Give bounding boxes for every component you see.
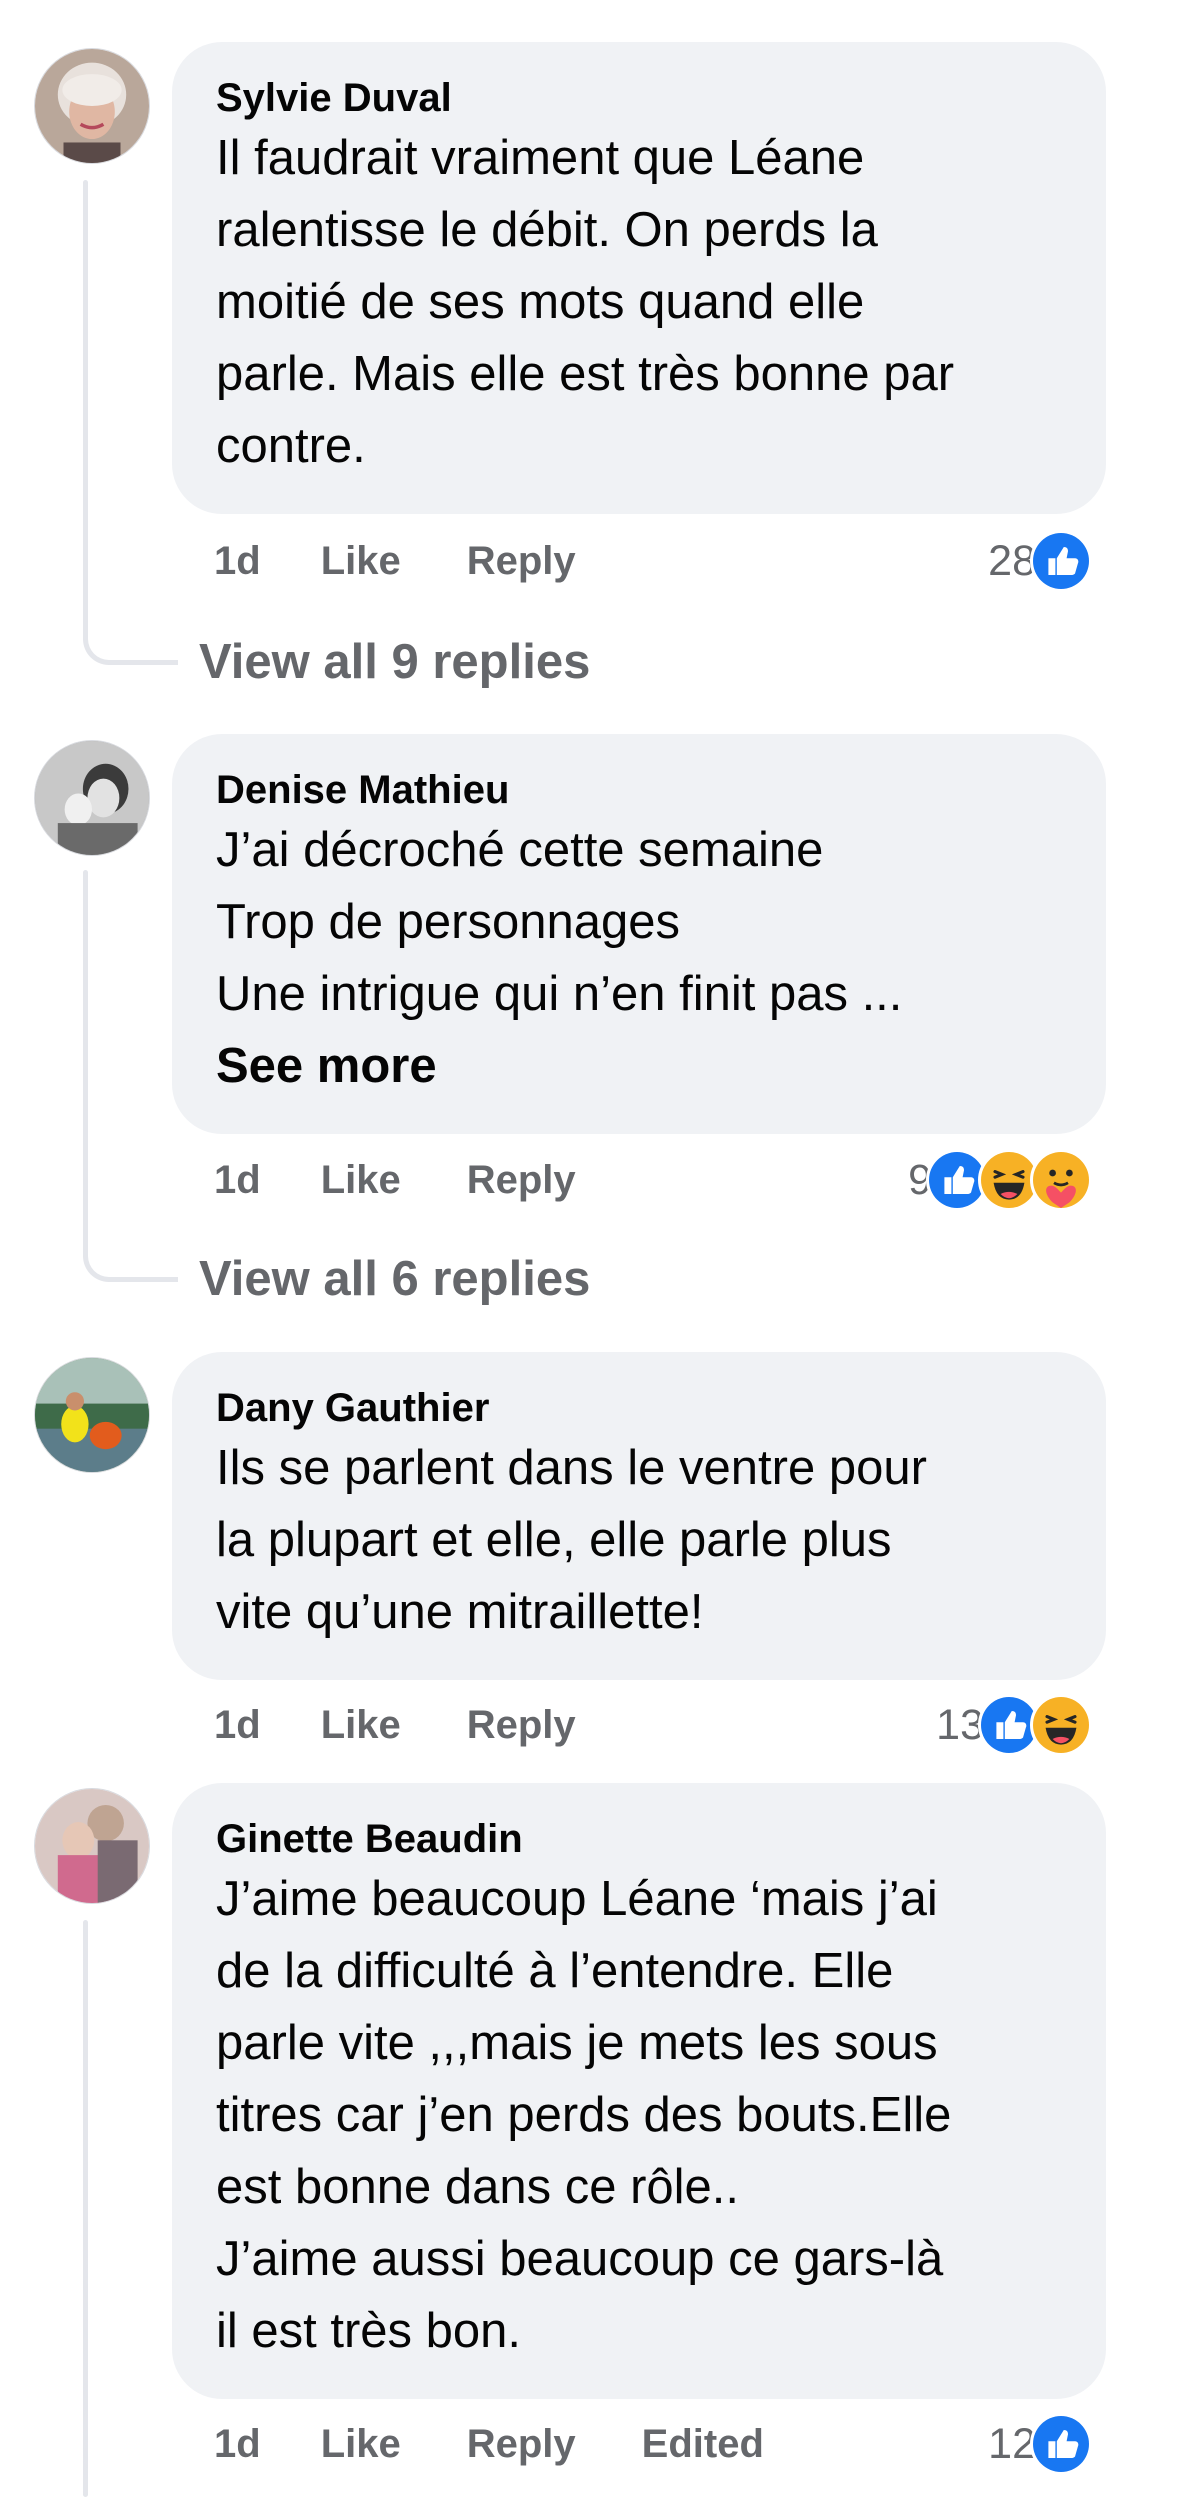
comment-text-line: vite qu’une mitraillette!: [216, 1585, 704, 1639]
reply-button[interactable]: Reply: [467, 1703, 576, 1748]
comment-text-line: ralentisse le débit. On perds la: [216, 203, 878, 257]
edited-label[interactable]: Edited: [642, 2422, 764, 2467]
comment-text-line: titres car j’en perds des bouts.Elle: [216, 2088, 952, 2142]
comment-actions: 1d Like Reply Edited: [214, 2414, 830, 2474]
thread-line: [83, 1920, 88, 2497]
view-replies-link[interactable]: View all 6 replies: [199, 1249, 590, 1309]
like-icon: [1030, 2413, 1092, 2475]
comment-author[interactable]: Sylvie Duval: [216, 70, 1062, 126]
thread-line: [83, 870, 88, 1250]
like-button[interactable]: Like: [321, 2422, 401, 2467]
thread-connector: [83, 1232, 178, 1282]
reaction-count: 28: [988, 536, 1036, 585]
avatar[interactable]: [34, 1788, 150, 1904]
comment-text-line: Il faudrait vraiment que Léane: [216, 131, 865, 185]
comment-timestamp[interactable]: 1d: [214, 2422, 261, 2467]
see-more-link[interactable]: See more: [216, 1030, 1062, 1102]
comment-timestamp[interactable]: 1d: [214, 539, 261, 584]
reaction-summary[interactable]: 13: [936, 1693, 1092, 1757]
comment-text-line: de la difficulté à l’entendre. Elle: [216, 1944, 894, 1998]
like-icon: [1030, 530, 1092, 592]
comment-text-line: Trop de personnages: [216, 895, 680, 949]
like-button[interactable]: Like: [321, 1703, 401, 1748]
comment-text-line: Ils se parlent dans le ventre pour: [216, 1441, 927, 1495]
comment-actions: 1d Like Reply: [214, 531, 642, 591]
comment-bubble: Sylvie Duval Il faudrait vraiment que Lé…: [172, 42, 1106, 514]
comment-text-line: J’ai décroché cette semaine: [216, 823, 824, 877]
comment-text-line: il est très bon.: [216, 2304, 522, 2358]
comment-author[interactable]: Dany Gauthier: [216, 1380, 1062, 1436]
like-button[interactable]: Like: [321, 539, 401, 584]
haha-icon: [1030, 1694, 1092, 1756]
comment-text-line: la plupart et elle, elle parle plus: [216, 1513, 892, 1567]
reaction-count: 13: [936, 1700, 984, 1749]
comment-actions: 1d Like Reply: [214, 1695, 642, 1755]
comment-author[interactable]: Denise Mathieu: [216, 762, 1062, 818]
avatar[interactable]: [34, 1357, 150, 1473]
comment-text-line: J’aime beaucoup Léane ‘mais j’ai: [216, 1872, 938, 1926]
thread-line: [83, 180, 88, 620]
reply-button[interactable]: Reply: [467, 539, 576, 584]
comment-timestamp[interactable]: 1d: [214, 1703, 261, 1748]
view-replies-link[interactable]: View all 9 replies: [199, 632, 590, 692]
comment-text-line: parle. Mais elle est très bonne par: [216, 347, 955, 401]
comment-text-line: Une intrigue qui n’en finit pas ...: [216, 967, 903, 1021]
comment-text-line: moitié de ses mots quand elle: [216, 275, 865, 329]
comment-author[interactable]: Ginette Beaudin: [216, 1811, 1062, 1867]
like-button[interactable]: Like: [321, 1158, 401, 1203]
comment-text-line: contre.: [216, 419, 366, 473]
care-icon: [1030, 1149, 1092, 1211]
thread-connector: [83, 615, 178, 665]
avatar[interactable]: [34, 740, 150, 856]
avatar[interactable]: [34, 48, 150, 164]
comment-bubble: Ginette Beaudin J’aime beaucoup Léane ‘m…: [172, 1783, 1106, 2399]
comment-timestamp[interactable]: 1d: [214, 1158, 261, 1203]
reply-button[interactable]: Reply: [467, 1158, 576, 1203]
comment-bubble: Dany Gauthier Ils se parlent dans le ven…: [172, 1352, 1106, 1680]
comment-text-line: parle vite ,,,mais je mets les sous: [216, 2016, 938, 2070]
reply-button[interactable]: Reply: [467, 2422, 576, 2467]
comment-actions: 1d Like Reply: [214, 1150, 642, 1210]
comment-bubble: Denise Mathieu J’ai décroché cette semai…: [172, 734, 1106, 1134]
reaction-summary[interactable]: 28: [988, 529, 1092, 593]
comment-text-line: est bonne dans ce rôle..: [216, 2160, 740, 2214]
reaction-count: 12: [988, 2419, 1036, 2468]
reaction-summary[interactable]: 12: [988, 2412, 1092, 2476]
comment-text-line: J’aime aussi beaucoup ce gars-là: [216, 2232, 944, 2286]
reaction-summary[interactable]: 9: [908, 1148, 1092, 1212]
